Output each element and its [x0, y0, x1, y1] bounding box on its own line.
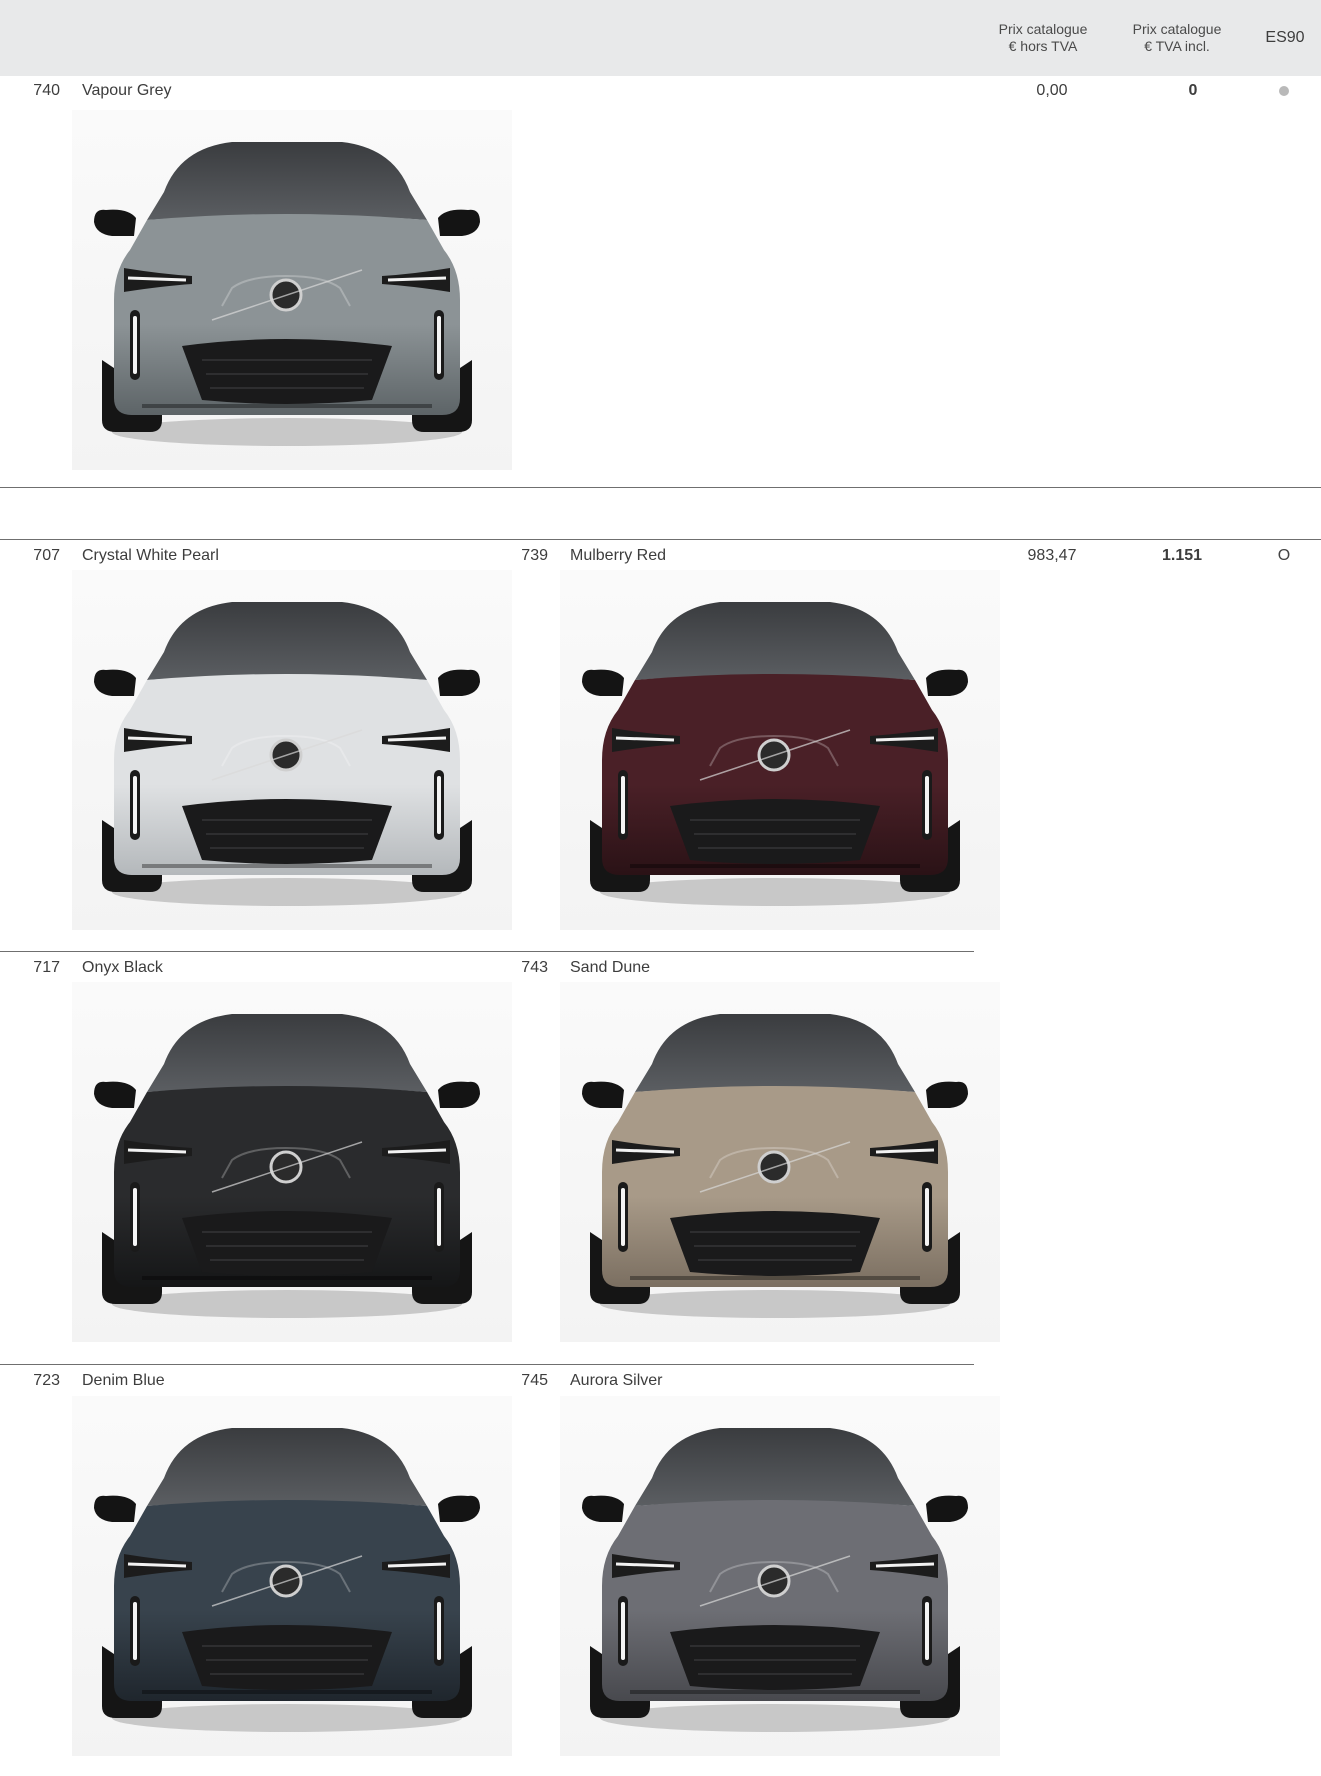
color-name: Sand Dune: [570, 959, 651, 976]
price-incl-vat: 1.151: [1161, 547, 1203, 564]
row-divider: [0, 951, 974, 952]
car-image: [560, 1396, 1000, 1756]
color-name: Aurora Silver: [570, 1372, 663, 1389]
color-code: 740: [33, 82, 60, 99]
color-code: 743: [521, 959, 548, 976]
color-code: 739: [521, 547, 548, 564]
car-image: [72, 570, 512, 930]
row-divider: [0, 1364, 974, 1365]
column-header-price-excl-vat: Prix catalogue € hors TVA: [998, 21, 1088, 54]
column-header-model: ES90: [1265, 29, 1305, 46]
availability-standard-icon: [1264, 81, 1304, 102]
car-image: [72, 110, 512, 470]
car-image: [72, 982, 512, 1342]
standard-dot-icon: [1279, 86, 1289, 96]
section-divider: [0, 539, 1321, 540]
color-code: 707: [33, 547, 60, 564]
color-name: Onyx Black: [82, 959, 163, 976]
car-image: [560, 982, 1000, 1342]
column-header-price-incl-vat: Prix catalogue € TVA incl.: [1132, 21, 1222, 54]
car-image: [560, 570, 1000, 930]
availability-option: O: [1277, 547, 1291, 564]
color-code: 745: [521, 1372, 548, 1389]
color-name: Vapour Grey: [82, 82, 172, 99]
car-image: [72, 1396, 512, 1756]
color-name: Crystal White Pearl: [82, 547, 219, 564]
price-excl-vat: 0,00: [1036, 82, 1068, 99]
color-name: Mulberry Red: [570, 547, 667, 564]
color-code: 717: [33, 959, 60, 976]
section-divider: [0, 487, 1321, 488]
price-incl-vat: 0: [1188, 82, 1198, 99]
price-excl-vat: 983,47: [1027, 547, 1077, 564]
color-code: 723: [33, 1372, 60, 1389]
color-name: Denim Blue: [82, 1372, 165, 1389]
